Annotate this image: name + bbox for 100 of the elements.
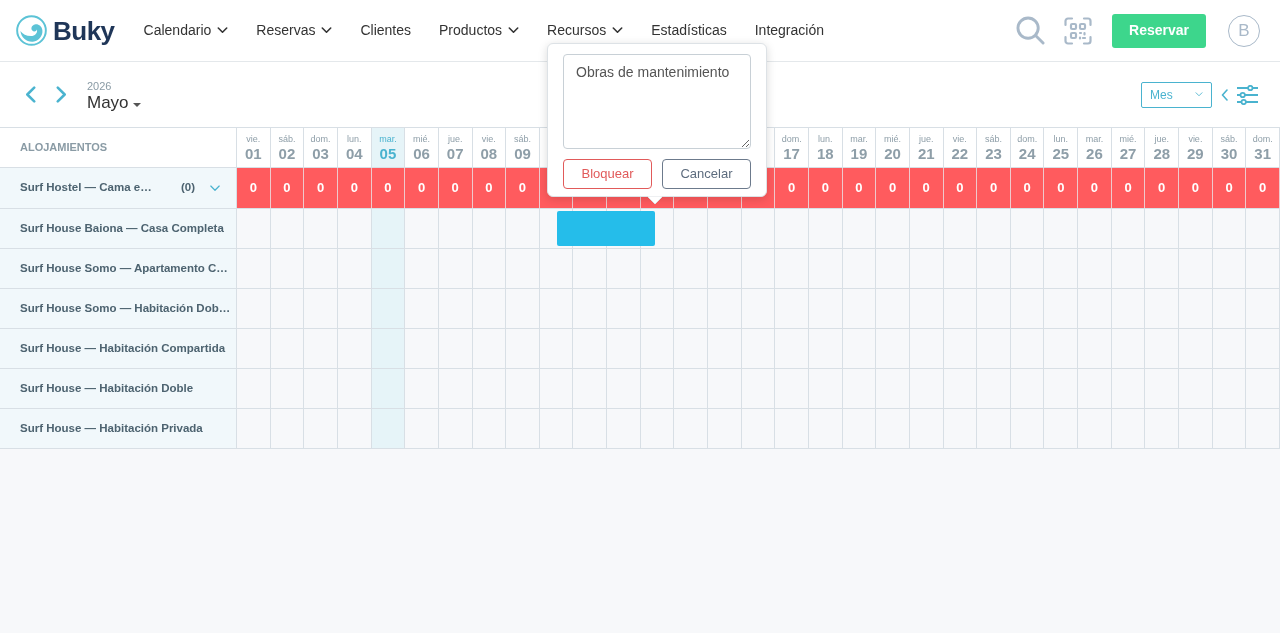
availability-cell[interactable]: 0 bbox=[371, 168, 406, 208]
availability-cell[interactable]: 0 bbox=[1212, 168, 1247, 208]
resource-count: (0) bbox=[180, 180, 195, 196]
weekday-label: mié. bbox=[1119, 133, 1137, 145]
today-cell[interactable] bbox=[371, 249, 406, 288]
day-number: 09 bbox=[514, 144, 531, 162]
availability-cell[interactable]: 0 bbox=[842, 168, 877, 208]
weekday-label: mar. bbox=[1085, 133, 1104, 145]
weekday-label: mar. bbox=[379, 133, 397, 145]
nav-item[interactable]: Reservas bbox=[256, 20, 333, 41]
resource-name: Surf House — Habitación Doble bbox=[20, 380, 194, 396]
availability-cell[interactable]: 0 bbox=[270, 168, 305, 208]
search-icon[interactable] bbox=[1016, 16, 1045, 45]
day-number: 06 bbox=[413, 144, 430, 162]
day-number: 24 bbox=[1018, 144, 1036, 162]
availability-cell[interactable]: 0 bbox=[405, 168, 439, 208]
logo-text: Buky bbox=[53, 17, 115, 44]
day-number: 03 bbox=[312, 144, 329, 162]
availability-cell[interactable]: 0 bbox=[1145, 168, 1180, 208]
weekday-label: lun. bbox=[1053, 133, 1069, 145]
day-number: 01 bbox=[244, 144, 262, 162]
nav-item[interactable]: Productos bbox=[439, 20, 520, 41]
weekday-label: mar. bbox=[850, 133, 868, 145]
booking-block[interactable] bbox=[556, 211, 655, 246]
availability-cell[interactable]: 0 bbox=[506, 168, 540, 208]
nav-item[interactable]: Recursos bbox=[547, 20, 624, 41]
weekday-label: sáb. bbox=[985, 133, 1002, 145]
weekday-label: jue. bbox=[447, 133, 463, 145]
qr-scan-icon[interactable] bbox=[1064, 16, 1092, 45]
chevron-down-icon[interactable] bbox=[508, 27, 520, 34]
availability-cell[interactable]: 0 bbox=[977, 168, 1011, 208]
note-textarea[interactable]: Obras de mantenimiento bbox=[563, 54, 751, 149]
resource-name: Surf Hostel — Cama e… bbox=[20, 180, 152, 196]
resource-name: Surf House Somo — Habitación Dob… bbox=[20, 300, 231, 316]
availability-cell[interactable]: 0 bbox=[472, 168, 507, 208]
availability-cell[interactable]: 0 bbox=[1111, 168, 1146, 208]
availability-cell[interactable]: 0 bbox=[1078, 168, 1112, 208]
nav-item[interactable]: Clientes bbox=[360, 20, 412, 41]
weekday-label: jue. bbox=[1154, 133, 1169, 145]
day-number: 22 bbox=[951, 144, 969, 162]
day-number: 02 bbox=[278, 144, 296, 162]
view-select[interactable]: Mes bbox=[1141, 81, 1212, 108]
availability-cell[interactable]: 0 bbox=[808, 168, 843, 208]
chevron-down-icon[interactable] bbox=[612, 27, 624, 34]
availability-cell[interactable]: 0 bbox=[438, 168, 473, 208]
resource-name: Surf House Baiona — Casa Completa bbox=[20, 220, 224, 236]
chevron-left-icon[interactable] bbox=[25, 86, 36, 103]
chevron-left-icon[interactable] bbox=[1221, 88, 1228, 101]
weekday-label: sáb. bbox=[278, 133, 296, 145]
resource-name: Surf House Somo — Apartamento C… bbox=[20, 260, 228, 276]
cancel-button[interactable]: Cancelar bbox=[662, 159, 751, 189]
day-number: 18 bbox=[816, 144, 834, 162]
availability-cell[interactable]: 0 bbox=[876, 168, 910, 208]
nav-item[interactable]: Calendario bbox=[143, 20, 229, 41]
availability-cell[interactable]: 0 bbox=[1010, 168, 1045, 208]
availability-cell[interactable]: 0 bbox=[304, 168, 338, 208]
day-number: 05 bbox=[379, 144, 397, 162]
availability-cell[interactable]: 0 bbox=[909, 168, 944, 208]
availability-cell[interactable]: 0 bbox=[1179, 168, 1213, 208]
caret-down-icon[interactable] bbox=[132, 102, 141, 107]
today-cell[interactable] bbox=[371, 409, 406, 448]
availability-cell[interactable]: 0 bbox=[337, 168, 372, 208]
weekday-label: sáb. bbox=[1220, 133, 1238, 145]
day-number: 25 bbox=[1052, 144, 1070, 162]
day-number: 28 bbox=[1153, 144, 1171, 162]
day-number: 31 bbox=[1254, 144, 1271, 162]
availability-cell[interactable]: 0 bbox=[1246, 168, 1280, 208]
availability-cell[interactable]: 0 bbox=[943, 168, 978, 208]
today-cell[interactable] bbox=[371, 329, 406, 368]
weekday-label: vie. bbox=[1188, 133, 1203, 145]
today-cell[interactable] bbox=[371, 369, 406, 408]
day-number: 08 bbox=[480, 144, 498, 162]
reservar-button[interactable]: Reservar bbox=[1112, 13, 1206, 48]
availability-cell[interactable]: 0 bbox=[1044, 168, 1079, 208]
day-number: 30 bbox=[1220, 144, 1238, 162]
today-cell[interactable] bbox=[371, 289, 406, 328]
weekday-label: dom. bbox=[1252, 133, 1273, 145]
day-number: 21 bbox=[917, 144, 935, 162]
nav-item[interactable]: Estadísticas bbox=[651, 20, 727, 41]
today-cell[interactable] bbox=[371, 209, 406, 248]
chevron-down-icon[interactable] bbox=[217, 27, 229, 34]
resource-name: Surf House — Habitación Privada bbox=[20, 420, 203, 436]
availability-cell[interactable]: 0 bbox=[237, 168, 271, 208]
chevron-down-icon[interactable] bbox=[321, 27, 333, 34]
day-number: 17 bbox=[783, 144, 800, 162]
weekday-label: dom. bbox=[781, 133, 802, 145]
month-dropdown[interactable]: Mayo bbox=[87, 93, 141, 113]
nav-item[interactable]: Integración bbox=[754, 20, 824, 41]
weekday-label: mié. bbox=[413, 133, 431, 145]
weekday-label: mié. bbox=[884, 133, 902, 145]
day-number: 04 bbox=[345, 144, 363, 162]
weekday-label: vie. bbox=[952, 133, 967, 145]
resource-name: Surf House — Habitación Compartida bbox=[20, 340, 226, 356]
day-number: 26 bbox=[1086, 144, 1103, 162]
weekday-label: dom. bbox=[1017, 133, 1038, 145]
sliders-icon[interactable] bbox=[1237, 84, 1258, 105]
availability-cell[interactable]: 0 bbox=[775, 168, 809, 208]
block-button[interactable]: Bloquear bbox=[563, 159, 652, 189]
chevron-right-icon[interactable] bbox=[56, 86, 67, 103]
weekday-label: lun. bbox=[818, 133, 833, 145]
